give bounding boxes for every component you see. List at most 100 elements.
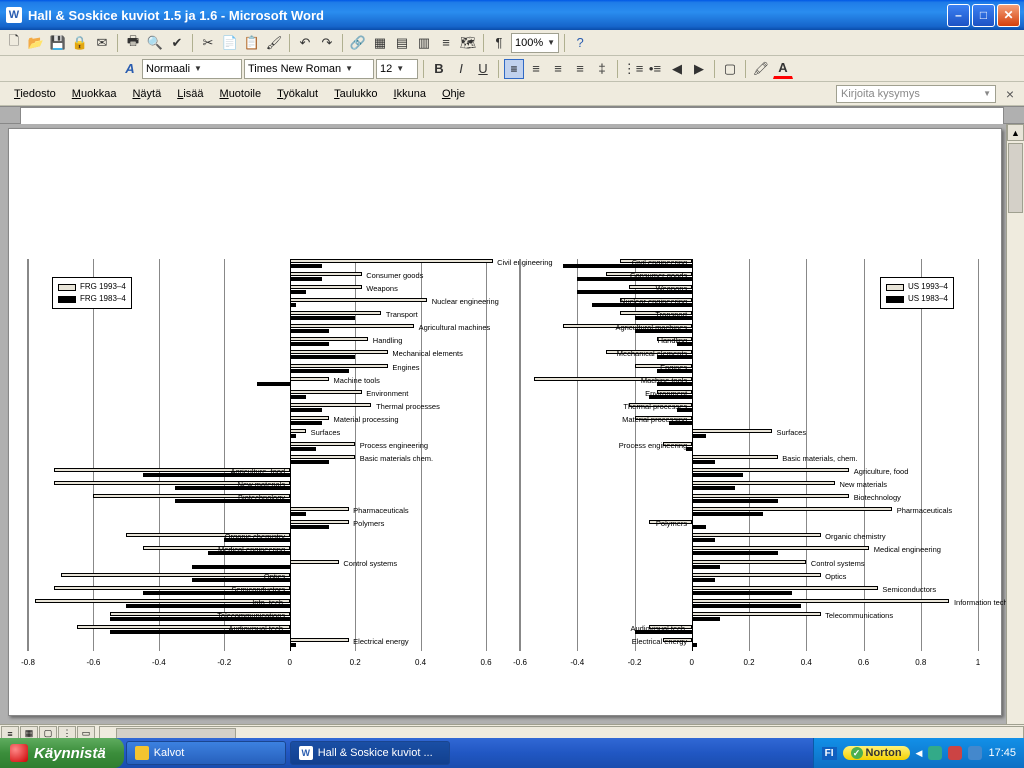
- menu-työkalut[interactable]: Työkalut: [269, 85, 326, 103]
- mail-icon[interactable]: ✉: [92, 33, 112, 53]
- legend: FRG 1993–4FRG 1983–4: [52, 277, 132, 309]
- bar-row: Surfaces: [28, 429, 486, 439]
- highlight-icon[interactable]: 🖍: [751, 59, 771, 79]
- redo-icon[interactable]: ↷: [317, 33, 337, 53]
- close-document-button[interactable]: ×: [1002, 86, 1018, 102]
- bold-icon[interactable]: B: [429, 59, 449, 79]
- bar-label: Engines: [392, 363, 419, 372]
- size-combo[interactable]: 12▼: [376, 59, 418, 79]
- bar-label: Process engineering: [360, 441, 428, 450]
- bullets-icon[interactable]: •≡: [645, 59, 665, 79]
- tray-lang[interactable]: FI: [822, 747, 837, 760]
- bar-row: Medical engineering: [520, 546, 978, 556]
- tray-icon-3[interactable]: [968, 746, 982, 760]
- copy-icon[interactable]: 📄: [220, 33, 240, 53]
- help-icon[interactable]: ?: [570, 33, 590, 53]
- columns-icon[interactable]: ▥: [414, 33, 434, 53]
- bar-label: Audiovisual tech.: [630, 624, 687, 633]
- taskbar-item-word[interactable]: W Hall & Soskice kuviot ...: [290, 741, 450, 765]
- show-para-icon[interactable]: ¶: [489, 33, 509, 53]
- legend: US 1993–4US 1983–4: [880, 277, 954, 309]
- bar-label: Basic materials, chem.: [782, 454, 857, 463]
- ruler[interactable]: [0, 106, 1024, 124]
- bar-label: Consumer goods: [630, 271, 687, 280]
- bar-label: Weapons: [366, 284, 398, 293]
- taskbar-item-kalvot[interactable]: Kalvot: [126, 741, 286, 765]
- ask-question-box[interactable]: Kirjoita kysymys▼: [836, 85, 996, 103]
- menu-muokkaa[interactable]: Muokkaa: [64, 85, 125, 103]
- menu-lisää[interactable]: Lisää: [169, 85, 211, 103]
- align-right-icon[interactable]: ≡: [548, 59, 568, 79]
- style-combo[interactable]: Normaali▼: [142, 59, 242, 79]
- hyperlink-icon[interactable]: 🔗: [348, 33, 368, 53]
- styles-icon[interactable]: A: [120, 59, 140, 79]
- maximize-button[interactable]: □: [972, 4, 995, 27]
- bar-label: Surfaces: [776, 428, 806, 437]
- start-button[interactable]: Käynnistä: [0, 738, 124, 768]
- xtick: -0.4: [570, 658, 584, 667]
- underline-icon[interactable]: U: [473, 59, 493, 79]
- cut-icon[interactable]: ✂: [198, 33, 218, 53]
- bar-label: Transport: [386, 310, 418, 319]
- font-combo[interactable]: Times New Roman▼: [244, 59, 374, 79]
- bar-label: Control systems: [811, 559, 865, 568]
- bar-label: Material processing: [334, 415, 399, 424]
- new-icon[interactable]: 🗋: [4, 33, 24, 53]
- tray-icon-1[interactable]: [928, 746, 942, 760]
- menu-muotoile[interactable]: Muotoile: [212, 85, 270, 103]
- line-spacing-icon[interactable]: ‡: [592, 59, 612, 79]
- xtick: 0.4: [415, 658, 426, 667]
- close-button[interactable]: ✕: [997, 4, 1020, 27]
- align-left-icon[interactable]: ≡: [504, 59, 524, 79]
- spell-icon[interactable]: ✔: [167, 33, 187, 53]
- print-icon[interactable]: 🖶: [123, 33, 143, 53]
- scroll-up-icon[interactable]: ▲: [1007, 124, 1024, 141]
- format-painter-icon[interactable]: 🖌: [264, 33, 284, 53]
- menu-ohje[interactable]: Ohje: [434, 85, 473, 103]
- bar-label: Optics: [264, 572, 285, 581]
- paste-icon[interactable]: 📋: [242, 33, 262, 53]
- xtick: -0.2: [628, 658, 642, 667]
- permission-icon[interactable]: 🔒: [70, 33, 90, 53]
- menu-ikkuna[interactable]: Ikkuna: [386, 85, 434, 103]
- drawing-icon[interactable]: ≡: [436, 33, 456, 53]
- font-color-icon[interactable]: A: [773, 59, 793, 79]
- numbering-icon[interactable]: ⋮≡: [623, 59, 643, 79]
- docmap-icon[interactable]: 🗺: [458, 33, 478, 53]
- xtick: 0.6: [858, 658, 869, 667]
- align-center-icon[interactable]: ≡: [526, 59, 546, 79]
- xtick: 0: [690, 658, 694, 667]
- justify-icon[interactable]: ≡: [570, 59, 590, 79]
- excel-icon[interactable]: ▤: [392, 33, 412, 53]
- italic-icon[interactable]: I: [451, 59, 471, 79]
- border-icon[interactable]: ▢: [720, 59, 740, 79]
- bar-label: Weapons: [656, 284, 688, 293]
- bar-label: Pharmaceuticals: [353, 506, 408, 515]
- menu-taulukko[interactable]: Taulukko: [326, 85, 385, 103]
- document-area: -0.8-0.6-0.4-0.200.20.40.6Civil engineer…: [0, 124, 1024, 724]
- bar-row: Pharmaceuticals: [520, 507, 978, 517]
- menu-näytä[interactable]: Näytä: [124, 85, 169, 103]
- zoom-combo[interactable]: 100%▼: [511, 33, 559, 53]
- outdent-icon[interactable]: ◀: [667, 59, 687, 79]
- scroll-thumb[interactable]: [1008, 143, 1023, 213]
- save-icon[interactable]: 💾: [48, 33, 68, 53]
- menu-tiedosto[interactable]: Tiedosto: [6, 85, 64, 103]
- table-icon[interactable]: ▦: [370, 33, 390, 53]
- bar-row: Thermal processes: [28, 403, 486, 413]
- bar-row: Civil engineering: [28, 259, 486, 269]
- xtick: -0.6: [513, 658, 527, 667]
- clock[interactable]: 17:45: [988, 747, 1016, 759]
- bar-row: Mechanical elements: [520, 350, 978, 360]
- norton-button[interactable]: ✓ Norton: [843, 746, 910, 760]
- minimize-button[interactable]: –: [947, 4, 970, 27]
- tray-expand-icon[interactable]: ◀: [916, 748, 923, 759]
- tray-icon-2[interactable]: [948, 746, 962, 760]
- open-icon[interactable]: 📂: [26, 33, 46, 53]
- preview-icon[interactable]: 🔍: [145, 33, 165, 53]
- undo-icon[interactable]: ↶: [295, 33, 315, 53]
- vertical-scrollbar[interactable]: ▲: [1006, 124, 1024, 724]
- indent-icon[interactable]: ▶: [689, 59, 709, 79]
- bar-label: Polymers: [353, 519, 384, 528]
- bar-row: Agricultural machines: [520, 324, 978, 334]
